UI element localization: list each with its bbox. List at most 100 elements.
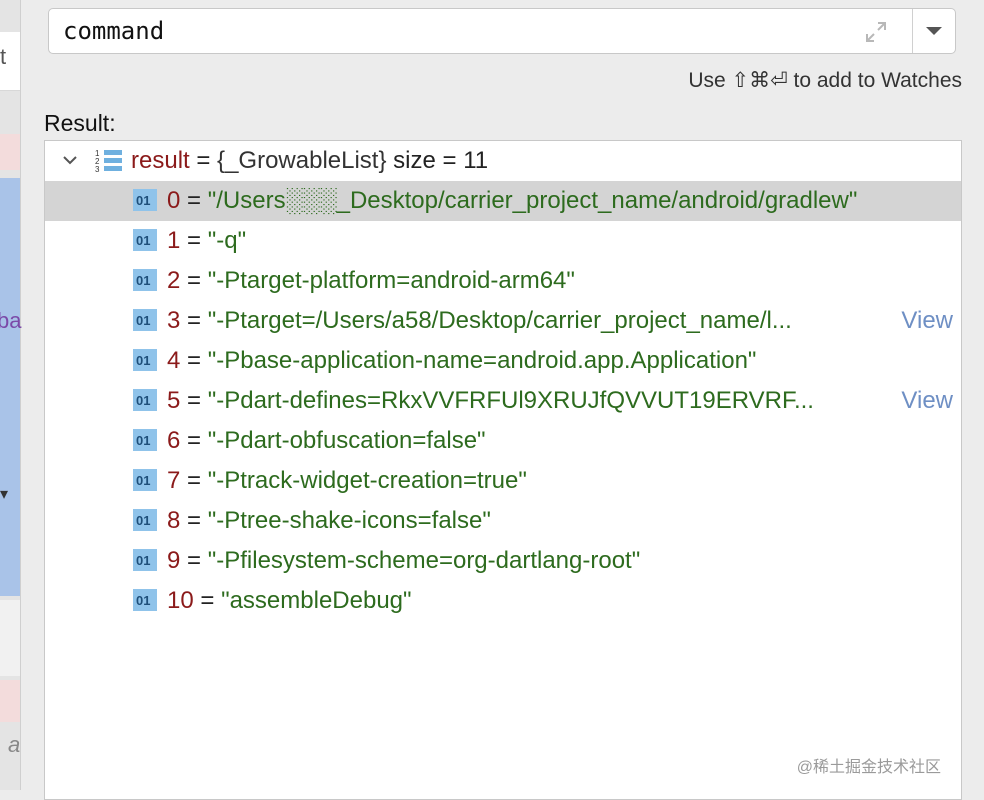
primitive-value-icon: 01 (133, 469, 157, 491)
item-label: 7 = "-Ptrack-widget-creation=true" (167, 461, 527, 501)
expression-input[interactable]: command (48, 8, 956, 54)
item-index: 2 (167, 267, 181, 294)
item-value: "-q" (207, 227, 247, 254)
item-value: "-Ptrack-widget-creation=true" (207, 467, 527, 494)
root-name: result (131, 147, 190, 174)
item-icon-text: 01 (136, 433, 150, 448)
item-icon-text: 01 (136, 273, 150, 288)
primitive-value-icon: 01 (133, 309, 157, 331)
primitive-value-icon: 01 (133, 429, 157, 451)
view-link[interactable]: View (901, 301, 953, 341)
execution-line-highlight (0, 178, 20, 596)
item-value: "-Pbase-application-name=android.app.App… (207, 347, 757, 374)
item-label: 9 = "-Pfilesystem-scheme=org-dartlang-ro… (167, 541, 640, 581)
list-item[interactable]: 01 4 = "-Pbase-application-name=android.a… (45, 341, 961, 381)
primitive-value-icon: 01 (133, 189, 157, 211)
item-icon-text: 01 (136, 513, 150, 528)
item-value: "-Pdart-defines=RkxVVFRFUl9XRUJfQVVUT19E… (207, 387, 794, 414)
breakpoint-line-highlight-2 (0, 680, 20, 722)
root-label: result = {_GrowableList} size = 11 (131, 141, 488, 181)
list-item[interactable]: 01 1 = "-q" (45, 221, 961, 261)
item-equals: = (193, 587, 222, 614)
item-equals: = (180, 267, 208, 294)
item-icon-text: 01 (136, 553, 150, 568)
view-link[interactable]: View (901, 381, 953, 421)
item-equals: = (180, 547, 208, 574)
item-icon-text: 01 (136, 193, 150, 208)
item-value: "assembleDebug" (221, 587, 412, 614)
expand-editor-icon[interactable] (865, 21, 887, 43)
item-label: 3 = "-Ptarget=/Users/a58/Desktop/carrier… (167, 301, 889, 341)
chevron-down-icon[interactable] (61, 151, 79, 169)
editor-line-area (0, 600, 20, 676)
primitive-value-icon: 01 (133, 589, 157, 611)
item-index: 1 (167, 227, 181, 254)
primitive-value-icon: 01 (133, 269, 157, 291)
tree-root-row[interactable]: 1 2 3 result = {_GrowableList} size = 11 (45, 141, 961, 181)
item-value: "-Ptarget=/Users/a58/Desktop/carrier_pro… (207, 307, 772, 334)
watermark: @稀土掘金技术社区 (796, 759, 941, 776)
root-size: size = 11 (386, 147, 489, 174)
item-equals: = (180, 347, 208, 374)
list-item[interactable]: 01 2 = "-Ptarget-platform=android-arm64" (45, 261, 961, 301)
item-icon-text: 01 (136, 473, 150, 488)
item-ellipsis: ... (793, 387, 814, 414)
item-index: 6 (167, 427, 181, 454)
item-index: 4 (167, 347, 181, 374)
list-icon: 1 2 3 (95, 149, 122, 174)
primitive-value-icon: 01 (133, 549, 157, 571)
root-equals: = (189, 147, 218, 174)
primitive-value-icon: 01 (133, 509, 157, 531)
item-label: 10 = "assembleDebug" (167, 581, 412, 621)
item-index: 7 (167, 467, 181, 494)
clipped-text-2: ba (0, 308, 22, 333)
item-equals: = (180, 467, 208, 494)
item-label: 8 = "-Ptree-shake-icons=false" (167, 501, 491, 541)
item-label: 4 = "-Pbase-application-name=android.app… (167, 341, 756, 381)
item-index: 5 (167, 387, 181, 414)
item-value: "-Ptree-shake-icons=false" (207, 507, 491, 534)
item-equals: = (180, 507, 208, 534)
list-item[interactable]: 01 7 = "-Ptrack-widget-creation=true" (45, 461, 961, 501)
item-label: 1 = "-q" (167, 221, 246, 261)
list-item[interactable]: 01 6 = "-Pdart-obfuscation=false" (45, 421, 961, 461)
list-item[interactable]: 01 3 = "-Ptarget=/Users/a58/Desktop/carri… (45, 301, 961, 341)
item-icon-text: 01 (136, 593, 150, 608)
item-label: 6 = "-Pdart-obfuscation=false" (167, 421, 486, 461)
item-value: "-Pdart-obfuscation=false" (207, 427, 486, 454)
item-value: "-Ptarget-platform=android-arm64" (207, 267, 575, 294)
list-item[interactable]: 01 5 = "-Pdart-defines=RkxVVFRFUl9XRUJfQV… (45, 381, 961, 421)
dropdown-separator (912, 9, 913, 53)
primitive-value-icon: 01 (133, 349, 157, 371)
list-item[interactable]: 01 9 = "-Pfilesystem-scheme=org-dartlang-… (45, 541, 961, 581)
item-icon-text: 01 (136, 353, 150, 368)
list-item[interactable]: 01 8 = "-Ptree-shake-icons=false" (45, 501, 961, 541)
list-item[interactable]: 01 10 = "assembleDebug" (45, 581, 961, 621)
item-index: 8 (167, 507, 181, 534)
result-tree[interactable]: 1 2 3 result = {_GrowableList} size = 11… (44, 140, 962, 800)
primitive-value-icon: 01 (133, 389, 157, 411)
clipped-text-4: a (8, 732, 21, 757)
item-equals: = (180, 387, 208, 414)
item-equals: = (180, 427, 208, 454)
expression-text[interactable]: command (63, 17, 164, 45)
primitive-value-icon: 01 (133, 229, 157, 251)
breakpoint-line-highlight (0, 134, 20, 170)
item-equals: = (180, 307, 208, 334)
item-icon-text: 01 (136, 393, 150, 408)
root-type: {_GrowableList} (217, 147, 387, 174)
item-index: 3 (167, 307, 181, 334)
history-dropdown-icon[interactable] (925, 25, 943, 37)
clipped-text-3: ▾ (0, 486, 9, 503)
item-index: 9 (167, 547, 181, 574)
item-index: 0 (167, 187, 181, 214)
item-icon-text: 01 (136, 313, 150, 328)
item-label: 0 = "/Users░░░_Desktop/carrier_project_n… (167, 181, 857, 221)
item-label: 2 = "-Ptarget-platform=android-arm64" (167, 261, 575, 301)
editor-gutter-strip: t ba ▾ a (0, 0, 21, 790)
list-item[interactable]: 01 0 = "/Users░░░_Desktop/carrier_project… (45, 181, 961, 221)
item-index: 10 (167, 587, 194, 614)
add-to-watches-hint: Use ⇧⌘⏎ to add to Watches (688, 69, 962, 92)
item-value: "-Pfilesystem-scheme=org-dartlang-root" (207, 547, 641, 574)
svg-text:3: 3 (95, 165, 100, 174)
